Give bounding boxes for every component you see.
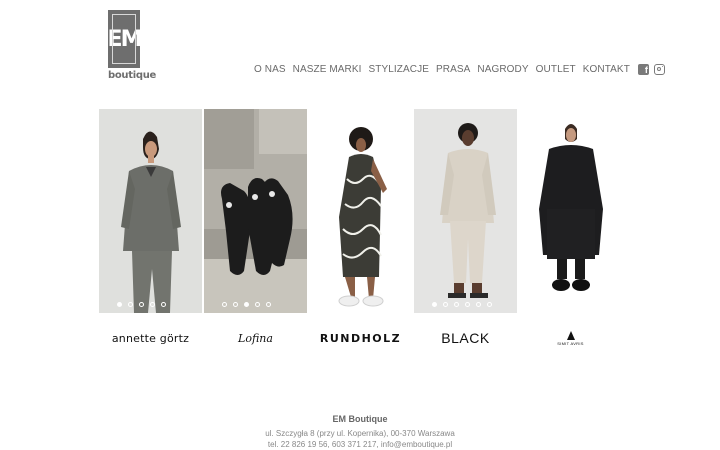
slide-image-beige-outfit bbox=[414, 109, 517, 313]
slide-dots bbox=[222, 302, 271, 307]
social-links: f bbox=[637, 64, 665, 75]
slide-dot[interactable] bbox=[487, 302, 492, 307]
simit-avris-label: SIMIT AVRIS bbox=[557, 340, 584, 346]
slide-dot[interactable] bbox=[432, 302, 437, 307]
slide-image-grey-outfit bbox=[99, 109, 202, 313]
slide-dot[interactable] bbox=[222, 302, 227, 307]
slide-dot[interactable] bbox=[150, 302, 155, 307]
footer: EM Boutique ul. Szczygła 8 (przy ul. Kop… bbox=[0, 414, 720, 450]
footer-title: EM Boutique bbox=[332, 414, 388, 424]
logo-mark: EM bbox=[108, 10, 142, 68]
slide-black[interactable] bbox=[414, 109, 517, 313]
footer-contact[interactable]: tel. 22 826 19 56, 603 371 217, info@emb… bbox=[0, 439, 720, 450]
slide-dots bbox=[432, 302, 492, 307]
slide-dot[interactable] bbox=[128, 302, 133, 307]
brand-logos: annette görtz Lofina RUNDHOLZ BLACK SIMI… bbox=[99, 326, 622, 350]
brand-lofina[interactable]: Lofina bbox=[204, 326, 307, 350]
slide-image-patterned-dress bbox=[309, 109, 412, 313]
nav-item-outlet[interactable]: OUTLET bbox=[536, 64, 576, 75]
slide-dot[interactable] bbox=[443, 302, 448, 307]
slide-dot[interactable] bbox=[161, 302, 166, 307]
slide-dot[interactable] bbox=[117, 302, 122, 307]
slide-image-sandals bbox=[204, 109, 307, 313]
brand-black[interactable]: BLACK bbox=[414, 326, 517, 350]
slide-rundholz[interactable] bbox=[309, 109, 412, 313]
logo-wordmark: boutique bbox=[108, 70, 157, 81]
main-nav: O NAS NASZE MARKI STYLIZACJE PRASA NAGRO… bbox=[254, 64, 665, 75]
nav-item-prasa[interactable]: PRASA bbox=[436, 64, 470, 75]
nav-item-nasze-marki[interactable]: NASZE MARKI bbox=[293, 64, 362, 75]
slide-image-black-coat bbox=[519, 109, 622, 313]
brand-annette-gortz[interactable]: annette görtz bbox=[99, 326, 202, 350]
slide-lofina[interactable] bbox=[204, 109, 307, 313]
slide-simit-avris[interactable] bbox=[519, 109, 622, 313]
slide-dot[interactable] bbox=[476, 302, 481, 307]
slide-dot[interactable] bbox=[233, 302, 238, 307]
simit-avris-logo-icon bbox=[566, 330, 575, 340]
slide-dots bbox=[537, 302, 542, 307]
brand-simit-avris[interactable]: SIMIT AVRIS bbox=[519, 326, 622, 350]
slide-dot[interactable] bbox=[255, 302, 260, 307]
product-slides bbox=[99, 109, 622, 313]
slide-dots bbox=[117, 302, 166, 307]
slide-dot[interactable] bbox=[465, 302, 470, 307]
brand-rundholz[interactable]: RUNDHOLZ bbox=[309, 326, 412, 350]
slide-dot[interactable] bbox=[266, 302, 271, 307]
nav-item-o-nas[interactable]: O NAS bbox=[254, 64, 286, 75]
slide-dot[interactable] bbox=[244, 302, 249, 307]
nav-item-stylizacje[interactable]: STYLIZACJE bbox=[369, 64, 429, 75]
instagram-icon[interactable] bbox=[653, 64, 665, 75]
slide-annette-gortz[interactable] bbox=[99, 109, 202, 313]
logo[interactable]: EM boutique bbox=[108, 10, 157, 81]
footer-address: ul. Szczygła 8 (przy ul. Kopernika), 00-… bbox=[265, 429, 455, 438]
nav-item-nagrody[interactable]: NAGRODY bbox=[477, 64, 528, 75]
nav-item-kontakt[interactable]: KONTAKT bbox=[583, 64, 630, 75]
facebook-icon[interactable]: f bbox=[637, 64, 649, 75]
slide-dot[interactable] bbox=[139, 302, 144, 307]
slide-dot[interactable] bbox=[454, 302, 459, 307]
slide-dot[interactable] bbox=[537, 302, 542, 307]
